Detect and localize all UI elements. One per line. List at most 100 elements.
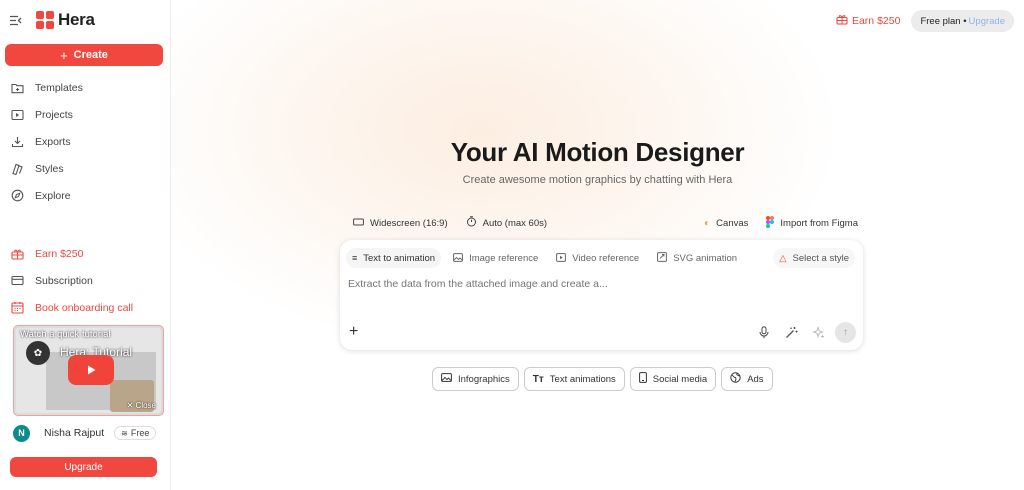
tutorial-video-thumbnail[interactable]: ✿ Hera: Tutorial ✕ Close bbox=[16, 328, 161, 413]
chip-label: Ads bbox=[747, 373, 764, 385]
upgrade-button[interactable]: Upgrade bbox=[10, 457, 157, 477]
phone-icon bbox=[638, 372, 647, 386]
nav-label: Styles bbox=[35, 162, 64, 175]
chip-label: Social media bbox=[652, 373, 708, 385]
widescreen-icon bbox=[353, 218, 364, 229]
nav-item-subscription[interactable]: Subscription bbox=[10, 267, 133, 294]
sidebar: Hera + Create Templates Projects Exports… bbox=[0, 0, 171, 490]
nav-item-projects[interactable]: Projects bbox=[10, 101, 83, 128]
video-icon bbox=[556, 252, 567, 264]
nav-label: Book onboarding call bbox=[35, 301, 134, 314]
channel-avatar-icon: ✿ bbox=[26, 341, 50, 365]
main-area: Earn $250 Free plan • Upgrade Your AI Mo… bbox=[171, 0, 1024, 490]
microphone-button[interactable] bbox=[753, 321, 775, 343]
earn-label: Earn $250 bbox=[851, 15, 901, 27]
earn-link[interactable]: Earn $250 bbox=[836, 14, 900, 28]
enhance-button[interactable] bbox=[807, 321, 829, 343]
nav-label: Earn $250 bbox=[35, 247, 84, 260]
chip-label: Text animations bbox=[549, 373, 616, 385]
logo-mark-icon bbox=[36, 11, 54, 29]
nav-item-earn[interactable]: Earn $250 bbox=[10, 240, 133, 267]
plan-pill[interactable]: Free plan • Upgrade bbox=[911, 10, 1014, 32]
upgrade-link[interactable]: Upgrade bbox=[969, 16, 1005, 27]
plus-icon: + bbox=[60, 47, 68, 63]
canvas-button[interactable]: ◐ Canvas bbox=[704, 218, 748, 229]
create-label: Create bbox=[73, 49, 108, 61]
gift-icon bbox=[836, 14, 848, 28]
import-label: Import from Figma bbox=[780, 217, 858, 229]
mode-text-to-animation[interactable]: ≡ Text to animation bbox=[346, 248, 442, 268]
prompt-input[interactable] bbox=[348, 278, 848, 290]
play-icon bbox=[88, 365, 96, 375]
play-button[interactable] bbox=[68, 355, 114, 385]
logo[interactable]: Hera bbox=[36, 10, 95, 30]
send-button[interactable]: ↑ bbox=[835, 321, 856, 343]
mode-label: Text to animation bbox=[363, 252, 436, 264]
nav-item-exports[interactable]: Exports bbox=[10, 128, 83, 155]
gift-icon bbox=[10, 247, 24, 261]
canvas-label: Canvas bbox=[716, 217, 749, 229]
mode-tabs: ≡ Text to animation Image reference Vide… bbox=[346, 248, 855, 268]
mode-label: Video reference bbox=[572, 252, 640, 264]
user-profile[interactable]: N Nisha Rajput ≋ Free bbox=[13, 424, 157, 442]
plus-icon: + bbox=[349, 323, 359, 340]
timer-icon bbox=[466, 216, 477, 230]
plan-icon: ≋ bbox=[121, 428, 128, 438]
close-label: Close bbox=[135, 401, 156, 410]
card-icon bbox=[10, 274, 24, 288]
import-figma-button[interactable]: Import from Figma bbox=[766, 215, 858, 231]
app-name: Hera bbox=[58, 10, 95, 29]
style-label: Select a style bbox=[792, 252, 850, 264]
secondary-nav: Earn $250 Subscription Book onboarding c… bbox=[10, 240, 133, 321]
magic-wand-icon bbox=[785, 326, 797, 338]
plan-badge-label: Free bbox=[130, 428, 150, 438]
nav-item-onboarding[interactable]: Book onboarding call bbox=[10, 294, 133, 321]
chip-social-media[interactable]: Social media bbox=[629, 367, 717, 391]
magic-wand-button[interactable] bbox=[780, 321, 802, 343]
select-style-button[interactable]: △ Select a style bbox=[773, 248, 855, 268]
mode-svg-animation[interactable]: SVG animation bbox=[651, 248, 743, 268]
chip-infographics[interactable]: Infographics bbox=[432, 367, 519, 391]
compass-icon bbox=[10, 189, 24, 203]
tutorial-card[interactable]: ✿ Hera: Tutorial ✕ Close Watch a quick t… bbox=[13, 325, 164, 416]
create-button[interactable]: + Create bbox=[5, 44, 163, 66]
mode-label: SVG animation bbox=[673, 252, 738, 264]
nav-item-styles[interactable]: Styles bbox=[10, 155, 83, 182]
image-icon bbox=[441, 373, 452, 385]
nav-item-explore[interactable]: Explore bbox=[10, 182, 83, 209]
palette-icon: ◐ bbox=[704, 217, 711, 229]
styles-icon bbox=[10, 162, 24, 176]
add-attachment-button[interactable]: + bbox=[349, 323, 358, 341]
globe-icon bbox=[730, 372, 741, 386]
calendar-icon bbox=[10, 301, 24, 315]
nav-item-templates[interactable]: Templates bbox=[10, 74, 83, 101]
style-brush-icon: △ bbox=[779, 252, 787, 264]
user-name: Nisha Rajput bbox=[44, 427, 105, 439]
duration-label: Auto (max 60s) bbox=[482, 217, 548, 229]
tutorial-heading: Watch a quick tutorial bbox=[20, 329, 111, 340]
chip-ads[interactable]: Ads bbox=[721, 367, 773, 391]
plan-label: Free plan • bbox=[920, 15, 967, 27]
mode-video-reference[interactable]: Video reference bbox=[550, 248, 645, 268]
templates-icon bbox=[10, 81, 24, 95]
download-icon bbox=[10, 135, 24, 149]
duration-select[interactable]: Auto (max 60s) bbox=[466, 216, 547, 230]
close-tutorial-button[interactable]: ✕ Close bbox=[127, 401, 156, 410]
generation-options: Widescreen (16:9) Auto (max 60s) ◐ Canva… bbox=[353, 215, 858, 231]
aspect-ratio-select[interactable]: Widescreen (16:9) bbox=[353, 218, 448, 229]
arrow-up-icon: ↑ bbox=[843, 326, 848, 338]
aspect-label: Widescreen (16:9) bbox=[370, 217, 448, 229]
nav-label: Exports bbox=[35, 135, 71, 148]
plan-badge: ≋ Free bbox=[114, 426, 157, 440]
mode-image-reference[interactable]: Image reference bbox=[447, 248, 544, 268]
figma-icon bbox=[766, 215, 775, 231]
collapse-sidebar-icon[interactable] bbox=[8, 13, 22, 27]
text-lines-icon: ≡ bbox=[352, 253, 358, 263]
image-icon bbox=[453, 252, 463, 264]
chip-text-animations[interactable]: Tт Text animations bbox=[523, 367, 625, 391]
suggestion-chips: Infographics Tт Text animations Social m… bbox=[432, 367, 778, 391]
avatar: N bbox=[13, 424, 30, 442]
chip-label: Infographics bbox=[458, 373, 510, 385]
header-actions: Earn $250 Free plan • Upgrade bbox=[836, 10, 1014, 32]
prompt-tools: ↑ bbox=[748, 321, 856, 343]
